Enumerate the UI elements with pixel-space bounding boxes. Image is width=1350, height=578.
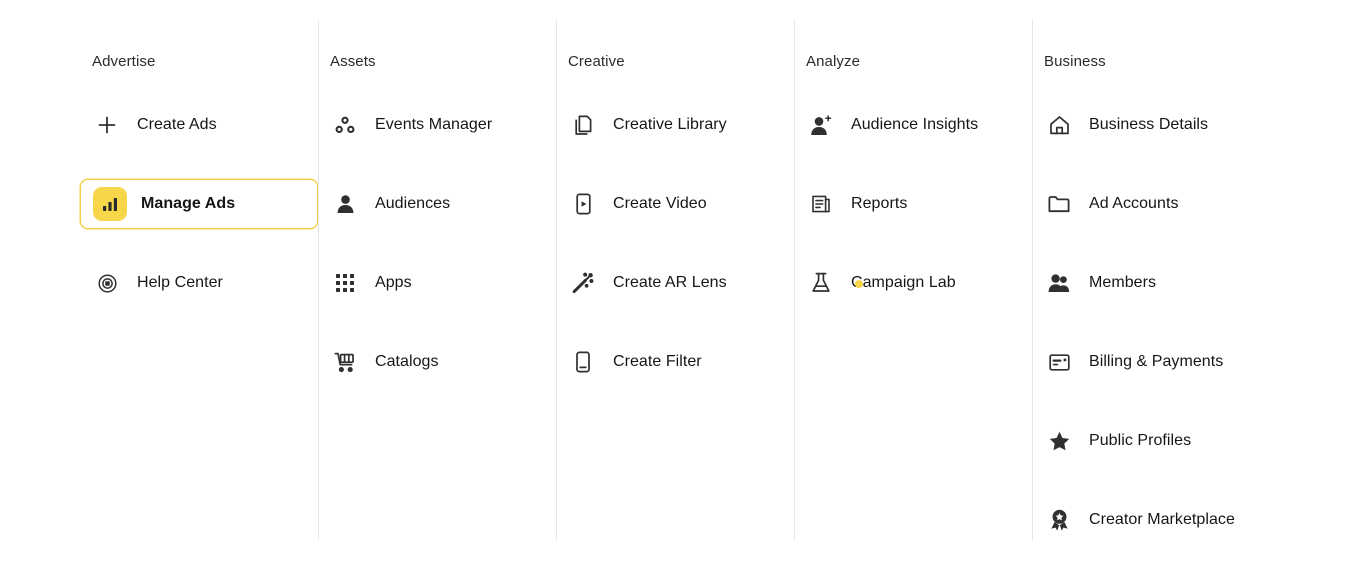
column-header-analyze: Analyze [806, 53, 861, 70]
nav-item-creator-marketplace[interactable]: Creator Marketplace [1032, 495, 1332, 545]
person-icon [331, 190, 359, 218]
global-nav-menu: Advertise Create Ads Manage Ads Help Center… [0, 0, 1350, 578]
nav-item-manage-ads[interactable]: Manage Ads [80, 179, 318, 229]
nav-item-label: Ad Accounts [1089, 195, 1179, 212]
column-header-business: Business [1044, 53, 1106, 70]
nav-item-label-wrap: Ad Accounts [1089, 194, 1179, 214]
credit-card-icon [1045, 348, 1073, 376]
nav-item-label-wrap: Events Manager [375, 115, 492, 135]
person-plus-icon [807, 111, 835, 139]
flask-icon [807, 269, 835, 297]
nav-column-creative: Creative Creative Library Create Video Crea… [556, 0, 794, 578]
magic-wand-icon [569, 269, 597, 297]
nav-item-label-wrap: Reports [851, 194, 907, 214]
nav-item-label: Create Filter [613, 353, 702, 370]
nav-item-label: Members [1089, 274, 1157, 291]
nav-item-label-wrap: Manage Ads [141, 194, 235, 214]
nav-item-reports[interactable]: Reports [794, 179, 1032, 229]
nav-item-create-ar-lens[interactable]: Create AR Lens [556, 258, 794, 308]
nav-item-apps[interactable]: Apps [318, 258, 556, 308]
nav-item-create-filter[interactable]: Create Filter [556, 337, 794, 387]
nav-item-label: Creative Library [613, 116, 727, 133]
nav-item-billing-payments[interactable]: Billing & Payments [1032, 337, 1332, 387]
nav-item-label: Audiences [375, 195, 451, 212]
award-medal-icon [1045, 506, 1073, 534]
nav-item-label-wrap: Audiences [375, 194, 450, 214]
nav-item-label-wrap: Create Ads [137, 115, 217, 135]
nav-item-label: Campaign Lab [851, 274, 956, 291]
new-badge-dot-icon [855, 280, 863, 288]
nav-item-list: Creative Library Create Video Create AR Le… [556, 100, 794, 416]
nav-item-label: Billing & Payments [1089, 353, 1224, 370]
nav-item-label-wrap: Create Video [613, 194, 707, 214]
nav-column-analyze: Analyze Audience Insights Reports Campaign … [794, 0, 1032, 578]
nav-item-campaign-lab[interactable]: Campaign Lab [794, 258, 1032, 308]
grid-apps-icon [331, 269, 359, 297]
nav-item-create-ads[interactable]: Create Ads [80, 100, 318, 150]
nav-item-business-details[interactable]: Business Details [1032, 100, 1332, 150]
nav-item-catalogs[interactable]: Catalogs [318, 337, 556, 387]
nav-column-advertise: Advertise Create Ads Manage Ads Help Center [80, 0, 318, 578]
nav-item-label: Apps [375, 274, 412, 291]
nav-item-label-wrap: Campaign Lab [851, 273, 956, 293]
nav-item-list: Audience Insights Reports Campaign Lab [794, 100, 1032, 337]
video-play-icon [569, 190, 597, 218]
bar-chart-icon [93, 187, 127, 221]
nav-item-label: Public Profiles [1089, 432, 1192, 449]
mobile-filter-icon [569, 348, 597, 376]
column-header-creative: Creative [568, 53, 625, 70]
nav-item-label-wrap: Creator Marketplace [1089, 510, 1235, 530]
nav-item-label: Help Center [137, 274, 223, 291]
nav-item-members[interactable]: Members [1032, 258, 1332, 308]
nav-item-creative-library[interactable]: Creative Library [556, 100, 794, 150]
help-target-icon [93, 269, 121, 297]
nav-item-label-wrap: Help Center [137, 273, 223, 293]
report-document-icon [807, 190, 835, 218]
nav-item-label-wrap: Public Profiles [1089, 431, 1191, 451]
nav-item-label-wrap: Catalogs [375, 352, 439, 372]
nav-item-label: Create Ads [137, 116, 217, 133]
nav-item-label-wrap: Create Filter [613, 352, 702, 372]
nav-item-list: Create Ads Manage Ads Help Center [80, 100, 318, 337]
nav-item-label: Creator Marketplace [1089, 511, 1235, 528]
column-header-assets: Assets [330, 53, 376, 70]
nav-item-label-wrap: Creative Library [613, 115, 727, 135]
people-icon [1045, 269, 1073, 297]
nav-item-events-manager[interactable]: Events Manager [318, 100, 556, 150]
nav-item-label-wrap: Members [1089, 273, 1156, 293]
nav-item-label: Business Details [1089, 116, 1209, 133]
nav-item-list: Business Details Ad Accounts Members Billin… [1032, 100, 1332, 574]
shopping-cart-icon [331, 348, 359, 376]
nav-item-label: Events Manager [375, 116, 493, 133]
nav-item-label-wrap: Billing & Payments [1089, 352, 1223, 372]
nav-item-label-wrap: Apps [375, 273, 412, 293]
nav-item-audiences[interactable]: Audiences [318, 179, 556, 229]
nav-item-label-wrap: Create AR Lens [613, 273, 727, 293]
nav-item-list: Events Manager Audiences Apps Catalogs [318, 100, 556, 416]
nav-item-ad-accounts[interactable]: Ad Accounts [1032, 179, 1332, 229]
nav-item-label: Manage Ads [141, 195, 236, 212]
plus-icon [93, 111, 121, 139]
nav-item-label: Catalogs [375, 353, 439, 370]
nav-item-public-profiles[interactable]: Public Profiles [1032, 416, 1332, 466]
nav-item-create-video[interactable]: Create Video [556, 179, 794, 229]
nav-item-label: Create AR Lens [613, 274, 727, 291]
star-icon [1045, 427, 1073, 455]
folder-icon [1045, 190, 1073, 218]
nav-item-label: Create Video [613, 195, 707, 212]
nav-item-help-center[interactable]: Help Center [80, 258, 318, 308]
nav-column-assets: Assets Events Manager Audiences Apps Catalog… [318, 0, 556, 578]
nav-item-label: Reports [851, 195, 908, 212]
layers-copy-icon [569, 111, 597, 139]
column-header-advertise: Advertise [92, 53, 156, 70]
nav-item-label-wrap: Audience Insights [851, 115, 978, 135]
nav-item-audience-insights[interactable]: Audience Insights [794, 100, 1032, 150]
nav-item-label: Audience Insights [851, 116, 979, 133]
home-icon [1045, 111, 1073, 139]
events-dots-icon [331, 111, 359, 139]
nav-column-business: Business Business Details Ad Accounts Membe… [1032, 0, 1332, 578]
nav-item-label-wrap: Business Details [1089, 115, 1208, 135]
